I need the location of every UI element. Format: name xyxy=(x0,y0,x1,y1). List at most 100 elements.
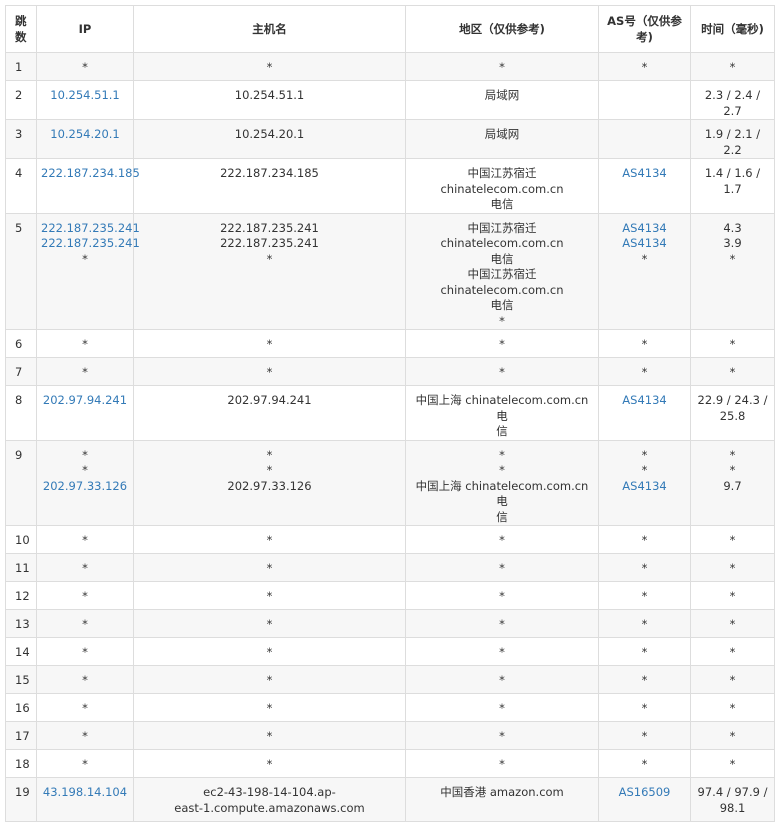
as-value: * xyxy=(641,463,648,477)
hostname-cell: * xyxy=(133,525,406,554)
table-row: 19 43.198.14.104 ec2-43-198-14-104.ap-east… xyxy=(5,777,775,822)
as-cell: AS4134 xyxy=(598,385,691,441)
hop-cell: 17 xyxy=(5,721,37,750)
ip-value[interactable]: 222.187.235.241 xyxy=(41,236,140,252)
as-cell: * xyxy=(598,693,691,722)
hostname-cell: * xyxy=(133,357,406,386)
hostname-cell: * * 202.97.33.126 xyxy=(133,439,406,526)
host-value: * xyxy=(266,757,273,771)
table-row: 13 * * * * * xyxy=(5,609,775,638)
host-value: * xyxy=(266,701,273,715)
ip-value[interactable]: 222.187.235.241 xyxy=(41,221,140,237)
region-cell: * xyxy=(405,609,599,638)
as-value: * xyxy=(641,337,648,351)
as-value: * xyxy=(641,729,648,743)
as-value: * xyxy=(641,589,648,603)
hostname-cell: 10.254.20.1 xyxy=(133,119,406,159)
hostname-cell: 202.97.94.241 xyxy=(133,385,406,441)
hostname-cell: 222.187.234.185 xyxy=(133,158,406,214)
host-value: 222.187.235.241 xyxy=(220,220,319,235)
time-cell: * xyxy=(690,329,775,358)
as-value: * xyxy=(641,60,648,74)
region-value: * xyxy=(499,757,505,771)
region-cell: 中国江苏宿迁 chinatelecom.com.cn 电信 中国江苏宿迁 china… xyxy=(405,212,599,330)
region-cell: * * 中国上海 chinatelecom.com.cn 电信 xyxy=(405,439,599,526)
as-value: * xyxy=(641,617,648,631)
table-row: 12 * * * * * xyxy=(5,581,775,610)
ip-value: * xyxy=(82,365,88,379)
ip-cell: * xyxy=(36,357,134,386)
region-value: * xyxy=(499,645,505,659)
region-cell: 中国上海 chinatelecom.com.cn 电信 xyxy=(405,385,599,441)
region-cell: 局域网 xyxy=(405,80,599,120)
hop-cell: 2 xyxy=(5,80,37,120)
as-value: * xyxy=(641,645,648,659)
as-value[interactable]: AS4134 xyxy=(603,166,686,182)
ip-value[interactable]: 202.97.33.126 xyxy=(41,479,129,495)
region-cell: 中国香港 amazon.com xyxy=(405,777,599,822)
ip-cell: * xyxy=(36,693,134,722)
time-value: * xyxy=(729,617,736,631)
host-value: * xyxy=(266,673,273,687)
time-cell: 22.9 / 24.3 /25.8 xyxy=(690,385,775,441)
region-cell: * xyxy=(405,637,599,666)
time-value: 1.4 / 1.6 / 1.7 xyxy=(704,166,761,196)
host-value: 222.187.235.241 xyxy=(220,236,319,250)
time-cell: * xyxy=(690,637,775,666)
region-value: 中国江苏宿迁 chinatelecom.com.cn xyxy=(440,267,564,297)
as-cell: AS16509 xyxy=(598,777,691,822)
region-value: * xyxy=(499,561,505,575)
traceroute-table-container: 跳数 IP 主机名 地区（仅供参考) AS号（仅供参考) 时间（毫秒) 1 * * *… xyxy=(5,5,775,822)
ip-cell: 222.187.235.241 222.187.235.241 * xyxy=(36,212,140,330)
host-value: * xyxy=(266,617,273,631)
ip-value[interactable]: 43.198.14.104 xyxy=(41,785,129,801)
as-cell xyxy=(598,80,691,120)
ip-cell: * xyxy=(36,637,134,666)
time-value: 9.7 xyxy=(723,478,742,493)
time-value: * xyxy=(729,251,736,266)
as-value[interactable]: AS4134 xyxy=(603,236,686,252)
as-cell: * xyxy=(598,609,691,638)
time-cell: * xyxy=(690,52,775,81)
region-value: * xyxy=(499,729,505,743)
time-value: 2.3 / 2.4 / 2.7 xyxy=(704,88,761,118)
ip-value[interactable]: 222.187.234.185 xyxy=(41,166,140,182)
time-value: 98.1 xyxy=(719,800,746,815)
host-value: * xyxy=(266,645,273,659)
as-value[interactable]: AS4134 xyxy=(603,393,686,409)
hostname-cell: * xyxy=(133,665,406,694)
hostname-cell: * xyxy=(133,721,406,750)
as-cell xyxy=(598,119,691,159)
time-value: * xyxy=(729,60,736,74)
ip-value: * xyxy=(82,701,88,715)
ip-value: * xyxy=(82,561,88,575)
as-value[interactable]: AS16509 xyxy=(603,785,686,801)
as-cell: * xyxy=(598,665,691,694)
ip-value: * xyxy=(82,251,88,266)
host-value: east-1.compute.amazonaws.com xyxy=(174,800,365,815)
ip-value[interactable]: 202.97.94.241 xyxy=(41,393,129,409)
hostname-cell: * xyxy=(133,693,406,722)
time-value: * xyxy=(729,447,736,462)
time-value: * xyxy=(729,673,736,687)
as-cell: AS4134 xyxy=(598,158,691,214)
as-cell: * xyxy=(598,52,691,81)
ip-cell: * xyxy=(36,665,134,694)
ip-cell: * xyxy=(36,329,134,358)
ip-cell: * xyxy=(36,609,134,638)
time-value: * xyxy=(729,365,736,379)
table-row: 3 10.254.20.1 10.254.20.1 局域网 1.9 / 2.1 / 2.… xyxy=(5,119,775,159)
time-cell: * xyxy=(690,525,775,554)
ip-value[interactable]: 10.254.20.1 xyxy=(41,127,129,143)
hop-cell: 1 xyxy=(5,52,37,81)
ip-value[interactable]: 10.254.51.1 xyxy=(41,88,129,104)
as-cell: AS4134 AS4134 * xyxy=(598,212,691,330)
ip-value: * xyxy=(82,729,88,743)
as-cell: * xyxy=(598,749,691,778)
table-row: 2 10.254.51.1 10.254.51.1 局域网 2.3 / 2.4 / 2.… xyxy=(5,80,775,120)
table-row: 15 * * * * * xyxy=(5,665,775,694)
table-row: 17 * * * * * xyxy=(5,721,775,750)
as-value[interactable]: AS4134 xyxy=(603,221,686,237)
as-value[interactable]: AS4134 xyxy=(603,479,686,495)
hop-cell: 5 xyxy=(5,212,37,330)
